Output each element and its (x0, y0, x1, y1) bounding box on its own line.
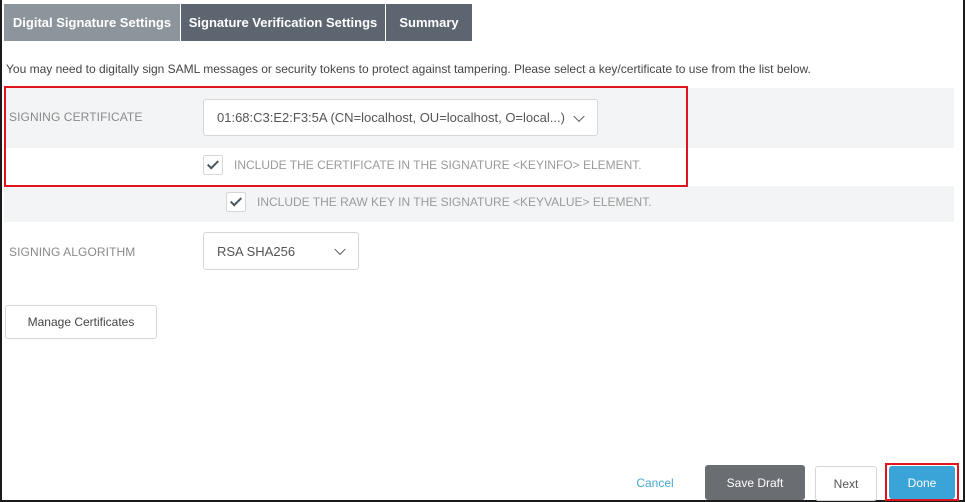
include-certificate-option: INCLUDE THE CERTIFICATE IN THE SIGNATURE… (203, 155, 642, 175)
signing-algorithm-value: RSA SHA256 (217, 243, 296, 259)
signing-algorithm-select[interactable]: RSA SHA256 (203, 232, 359, 270)
checkmark-icon (229, 194, 243, 207)
checkmark-icon (206, 157, 220, 170)
include-raw-key-label: INCLUDE THE RAW KEY IN THE SIGNATURE <KE… (257, 195, 652, 209)
cancel-button[interactable]: Cancel (626, 466, 684, 500)
save-draft-button[interactable]: Save Draft (705, 465, 805, 500)
tab-signature-verification-settings[interactable]: Signature Verification Settings (181, 4, 386, 41)
tab-bar: Digital Signature Settings Signature Ver… (4, 4, 472, 41)
signing-algorithm-label: SIGNING ALGORITHM (9, 245, 136, 259)
signing-certificate-value: 01:68:C3:E2:F3:5A (CN=localhost, OU=loca… (217, 110, 565, 125)
manage-certificates-button[interactable]: Manage Certificates (5, 305, 157, 339)
signing-certificate-label: SIGNING CERTIFICATE (9, 110, 143, 124)
done-button[interactable]: Done (889, 466, 955, 499)
intro-text: You may need to digitally sign SAML mess… (6, 62, 811, 76)
include-certificate-checkbox[interactable] (203, 155, 223, 175)
tab-summary[interactable]: Summary (386, 4, 472, 41)
include-certificate-label: INCLUDE THE CERTIFICATE IN THE SIGNATURE… (234, 158, 642, 172)
tab-digital-signature-settings[interactable]: Digital Signature Settings (4, 4, 181, 41)
include-raw-key-checkbox[interactable] (226, 192, 246, 212)
chevron-down-icon (573, 110, 585, 122)
chevron-down-icon (334, 243, 346, 256)
signing-certificate-select[interactable]: 01:68:C3:E2:F3:5A (CN=localhost, OU=loca… (203, 99, 598, 136)
include-raw-key-option: INCLUDE THE RAW KEY IN THE SIGNATURE <KE… (226, 192, 652, 212)
next-button[interactable]: Next (815, 466, 877, 501)
